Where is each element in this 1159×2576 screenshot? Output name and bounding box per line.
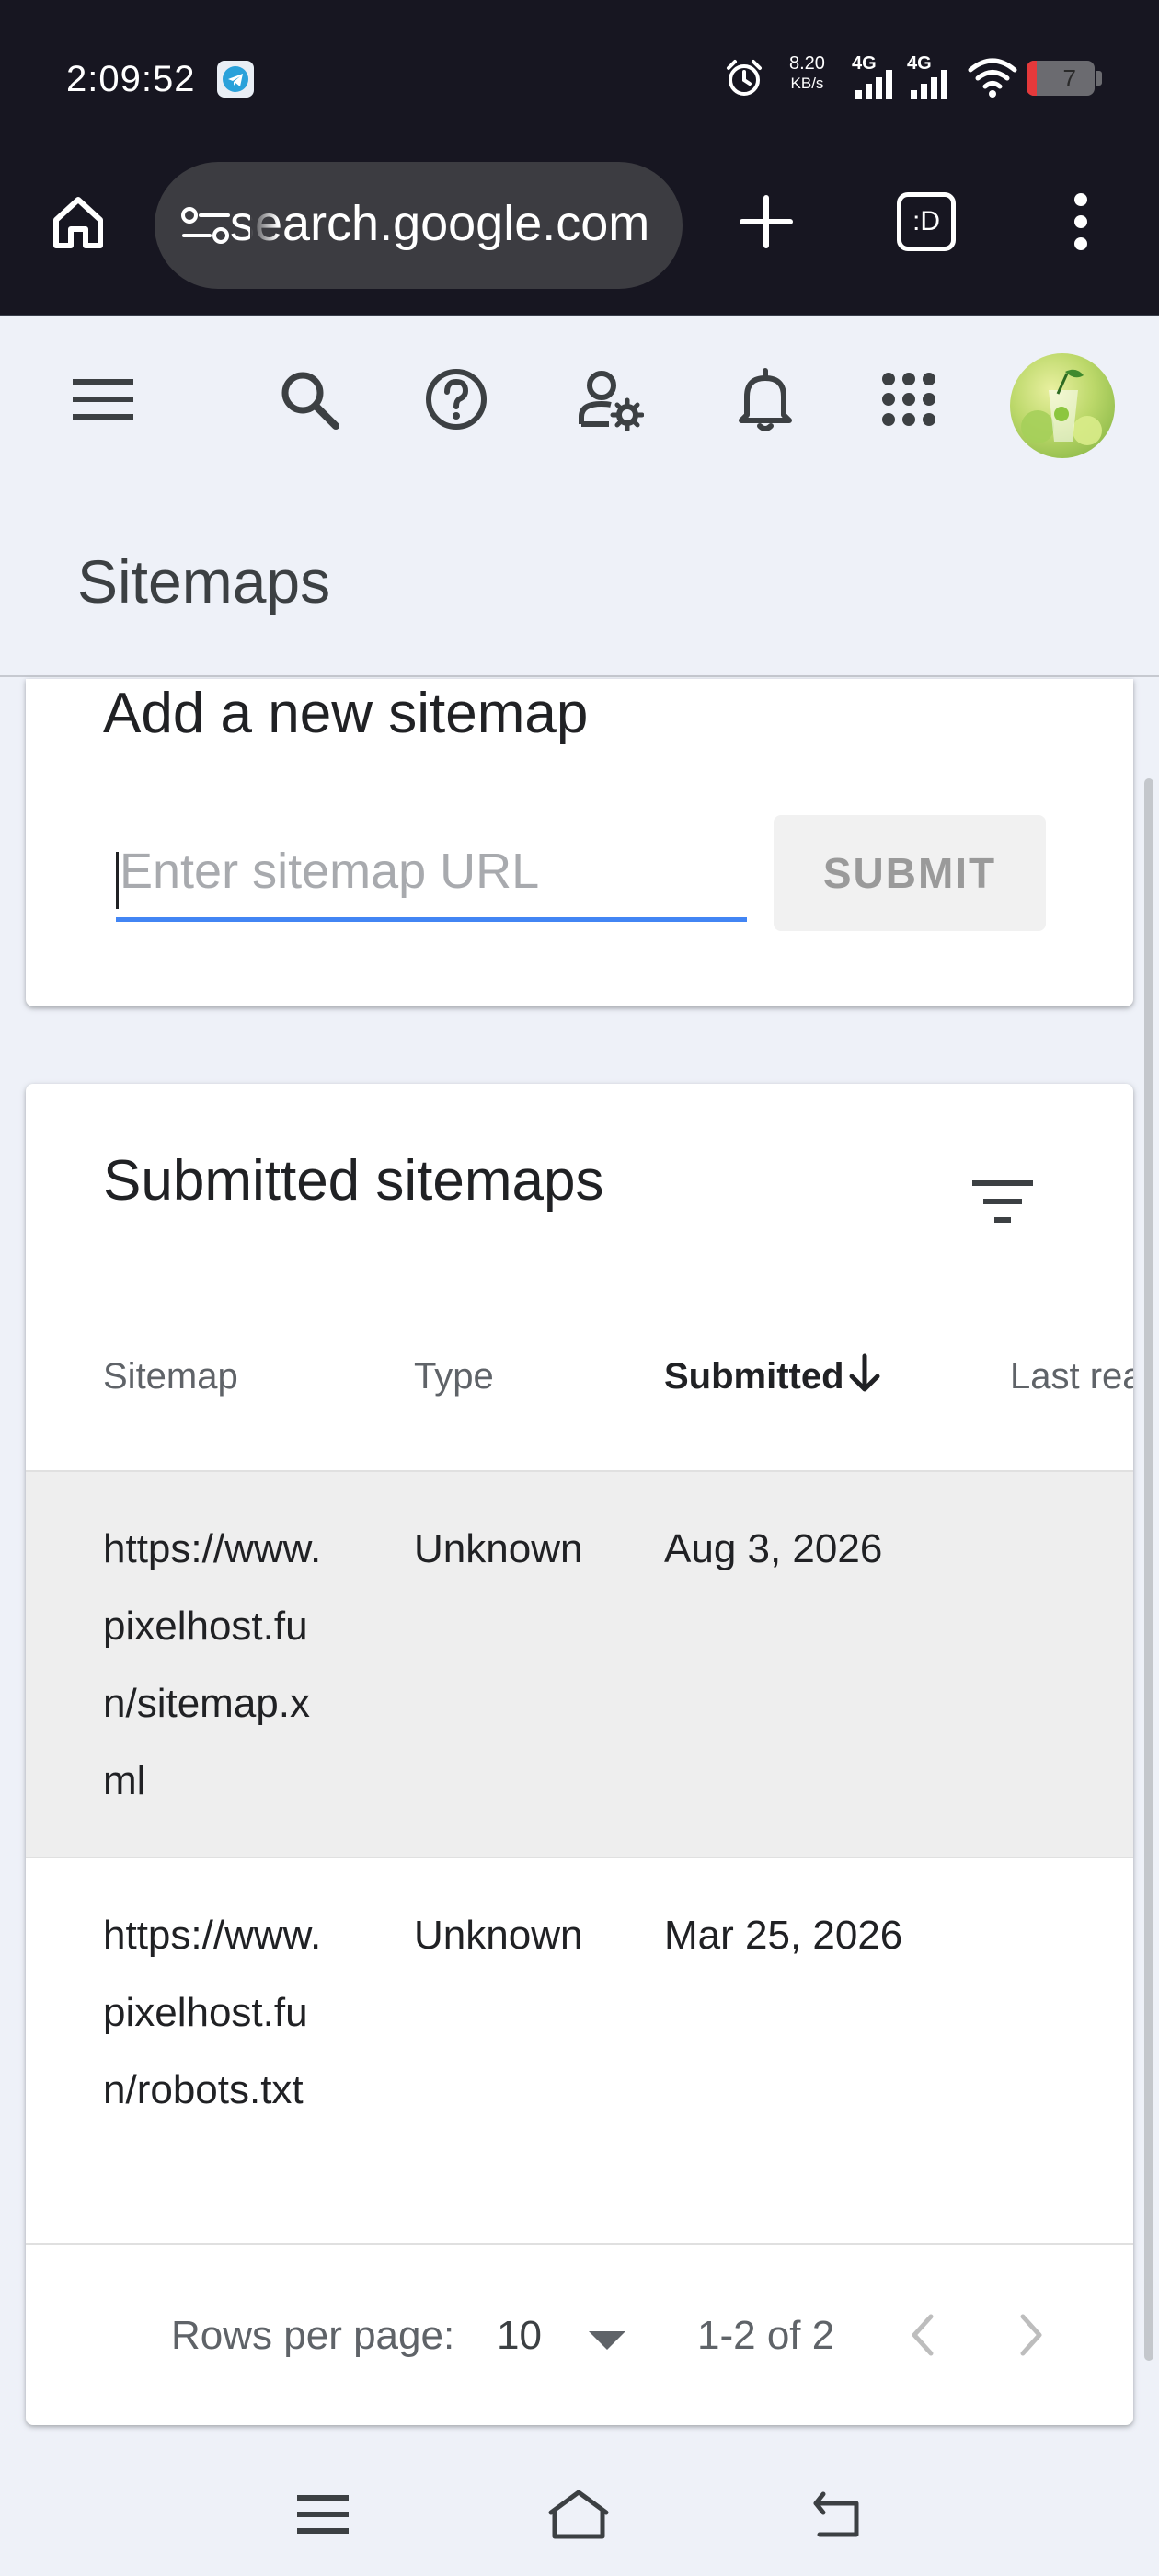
text-cursor	[116, 852, 119, 909]
type-cell: Unknown	[414, 1913, 583, 1958]
page-title: Sitemaps	[77, 547, 331, 615]
filter-icon[interactable]	[946, 1144, 1060, 1259]
submitted-sitemaps-title: Submitted sitemaps	[103, 1149, 604, 1213]
tab-switcher-icon[interactable]: :D	[885, 180, 968, 263]
cell-signal-1: 4G	[852, 53, 900, 99]
home-icon[interactable]	[37, 180, 120, 263]
submitted-date-cell: Aug 3, 2026	[664, 1526, 883, 1571]
browser-toolbar: search.google.com :D	[0, 156, 1159, 316]
url-text: search.google.com	[230, 196, 650, 251]
apps-icon[interactable]	[872, 362, 946, 436]
notifications-icon[interactable]	[729, 362, 802, 436]
sitemap-url-input[interactable]	[116, 824, 747, 917]
type-cell: Unknown	[414, 1526, 583, 1571]
system-navigation-bar	[0, 2447, 1159, 2576]
column-header-last-read[interactable]: Last read	[1010, 1356, 1133, 1397]
menu-icon[interactable]	[66, 362, 140, 436]
column-header-type[interactable]: Type	[414, 1356, 494, 1397]
dropdown-arrow-icon[interactable]	[587, 2329, 627, 2352]
sort-descending-icon	[849, 1353, 880, 1392]
column-header-sitemap[interactable]: Sitemap	[103, 1356, 238, 1397]
status-bar: 2:09:52 8.20 KB/s 4G 4G 7	[0, 0, 1159, 156]
search-icon[interactable]	[272, 362, 346, 436]
sitemap-url-cell: https://www.pixelhost.fun/robots.txt	[103, 1913, 322, 2112]
telegram-notification-icon	[217, 61, 254, 98]
back-icon[interactable]	[797, 2473, 879, 2556]
submitted-date-cell: Mar 25, 2026	[664, 1913, 903, 1958]
app-header: Sitemaps	[0, 316, 1159, 677]
sitemap-url-cell: https://www.pixelhost.fun/sitemap.xml	[103, 1526, 322, 1803]
page-scrollbar[interactable]	[1144, 778, 1153, 2361]
next-page-icon[interactable]	[1004, 2309, 1056, 2361]
address-bar[interactable]: search.google.com	[155, 162, 683, 289]
table-row[interactable]: https://www.pixelhost.fun/robots.txt Unk…	[26, 1858, 1133, 2243]
add-sitemap-title: Add a new sitemap	[103, 682, 589, 745]
add-sitemap-card: Add a new sitemap SUBMIT	[26, 679, 1133, 1006]
battery-indicator: 7	[1027, 61, 1095, 96]
account-avatar[interactable]	[1010, 353, 1115, 458]
sitemap-url-field[interactable]	[116, 824, 747, 922]
network-speed: 8.20 KB/s	[789, 53, 825, 92]
manage-users-icon[interactable]	[574, 362, 648, 436]
home-nav-icon[interactable]	[537, 2473, 620, 2556]
rows-per-page-select[interactable]: 10	[497, 2313, 542, 2359]
rows-per-page-label: Rows per page:	[171, 2313, 455, 2358]
cell-signal-2: 4G	[907, 53, 955, 99]
alarm-icon	[727, 60, 762, 96]
more-vert-icon[interactable]	[1039, 180, 1122, 263]
column-header-submitted[interactable]: Submitted	[664, 1353, 880, 1397]
status-time: 2:09:52	[66, 59, 196, 99]
previous-page-icon[interactable]	[898, 2309, 949, 2361]
recent-apps-icon[interactable]	[281, 2473, 364, 2556]
tab-switcher-label: :D	[912, 206, 940, 236]
pagination: Rows per page: 10 1-2 of 2	[26, 2247, 1133, 2425]
table-row[interactable]: https://www.pixelhost.fun/sitemap.xml Un…	[26, 1472, 1133, 1857]
new-tab-icon[interactable]	[725, 180, 808, 263]
page-range: 1-2 of 2	[697, 2313, 835, 2358]
submit-button[interactable]: SUBMIT	[774, 815, 1046, 931]
submitted-sitemaps-card: Submitted sitemaps Sitemap Type Submitte…	[26, 1084, 1133, 2425]
wifi-icon	[968, 58, 1017, 98]
help-icon[interactable]	[419, 362, 493, 436]
